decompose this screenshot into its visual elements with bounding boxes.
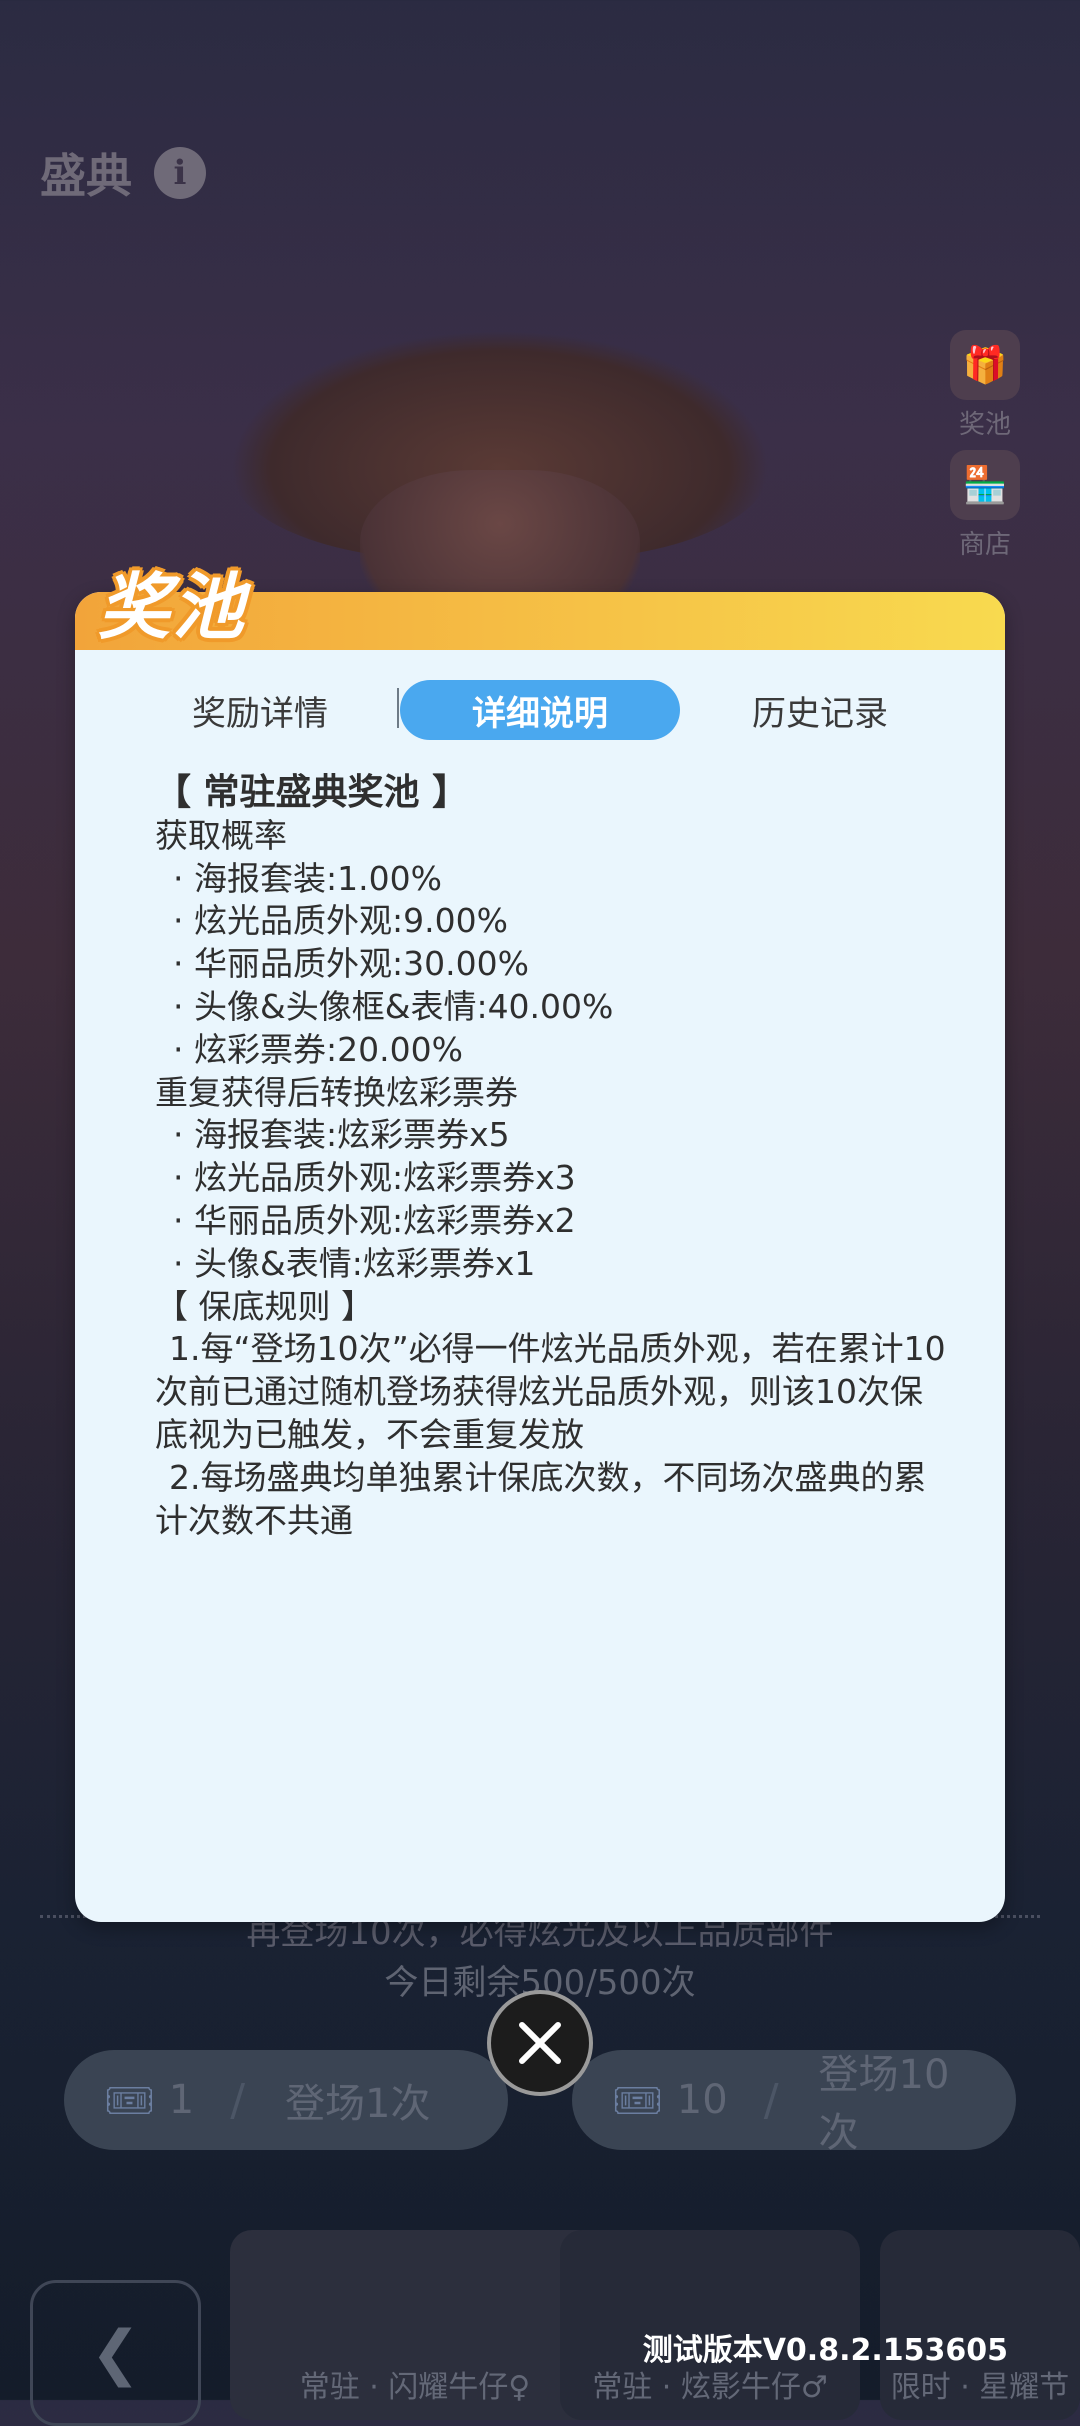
- probability-item: · 炫光品质外观:9.00%: [173, 901, 508, 941]
- probability-item: · 头像&头像框&表情:40.00%: [173, 986, 614, 1026]
- rule-item: 2.每场盛典均单独累计保底次数，不同场次盛典的累计次数不共通: [155, 1457, 927, 1540]
- probability-item: · 华丽品质外观:30.00%: [173, 944, 529, 984]
- ticket-icon: 🎟: [612, 2077, 663, 2124]
- tab-detailed-description[interactable]: 详细说明: [400, 680, 680, 740]
- prize-pool-modal: 奖励详情 详细说明 历史记录 【 常驻盛典奖池 】 获取概率 · 海报套装:1.…: [75, 592, 1005, 1922]
- conversion-item: · 海报套装:炫彩票券x5: [173, 1115, 510, 1155]
- modal-title: 奖池: [98, 565, 247, 649]
- rules-heading: 【 保底规则 】: [155, 1286, 374, 1326]
- conversion-item: · 华丽品质外观:炫彩票券x2: [173, 1200, 576, 1240]
- divider-slash: /: [763, 2074, 779, 2126]
- side-button-label: 奖池: [958, 410, 1011, 440]
- draw-ten-button[interactable]: 🎟 10 / 登场10次: [572, 2050, 1016, 2156]
- draw-ten-cost: 10: [676, 2077, 728, 2123]
- shop-icon: 🏪: [950, 450, 1020, 520]
- conversion-item: · 炫光品质外观:炫彩票券x3: [173, 1158, 576, 1198]
- section-title: 【 常驻盛典奖池 】: [155, 772, 469, 813]
- probability-item: · 海报套装:1.00%: [173, 858, 442, 898]
- page-title: 盛典 i: [40, 140, 206, 206]
- draw-once-button[interactable]: 🎟 1 / 登场1次: [64, 2050, 508, 2150]
- rule-item: 1.每“登场10次”必得一件炫光品质外观，若在累计10次前已通过随机登场获得炫光…: [155, 1329, 946, 1454]
- draw-once-cost: 1: [168, 2077, 195, 2123]
- probability-heading: 获取概率: [155, 815, 287, 855]
- close-icon: [519, 2022, 561, 2064]
- chevron-left-icon: ❮: [90, 2318, 141, 2388]
- divider-slash: /: [230, 2074, 246, 2126]
- side-button-prize-pool[interactable]: 🎁 奖池: [940, 330, 1030, 441]
- side-button-shop[interactable]: 🏪 商店: [940, 450, 1030, 561]
- side-button-label: 商店: [958, 530, 1011, 560]
- gift-icon: 🎁: [950, 330, 1020, 400]
- tab-bar: 奖励详情 详细说明 历史记录: [75, 680, 1005, 740]
- tab-divider: [397, 688, 399, 728]
- version-label: 测试版本V0.8.2.153605: [642, 2333, 1008, 2368]
- event-card-label: 常驻 · 闪耀牛仔♀: [299, 2370, 531, 2405]
- close-button[interactable]: [487, 1990, 593, 2096]
- tab-reward-details[interactable]: 奖励详情: [120, 680, 400, 740]
- page-title-text: 盛典: [40, 149, 132, 203]
- info-icon[interactable]: i: [154, 147, 206, 199]
- draw-ten-label: 登场10次: [818, 2052, 950, 2156]
- conversion-item: · 头像&表情:炫彩票券x1: [173, 1243, 536, 1283]
- ticket-icon: 🎟: [104, 2077, 155, 2124]
- description-content: 【 常驻盛典奖池 】 获取概率 · 海报套装:1.00% · 炫光品质外观:9.…: [155, 772, 955, 1542]
- back-button[interactable]: ❮: [30, 2280, 201, 2426]
- draw-once-label: 登场1次: [285, 2081, 431, 2127]
- conversion-heading: 重复获得后转换炫彩票券: [155, 1072, 518, 1112]
- probability-item: · 炫彩票券:20.00%: [173, 1029, 463, 1069]
- tab-history[interactable]: 历史记录: [680, 680, 960, 740]
- event-card[interactable]: 常驻 · 闪耀牛仔♀: [230, 2230, 600, 2420]
